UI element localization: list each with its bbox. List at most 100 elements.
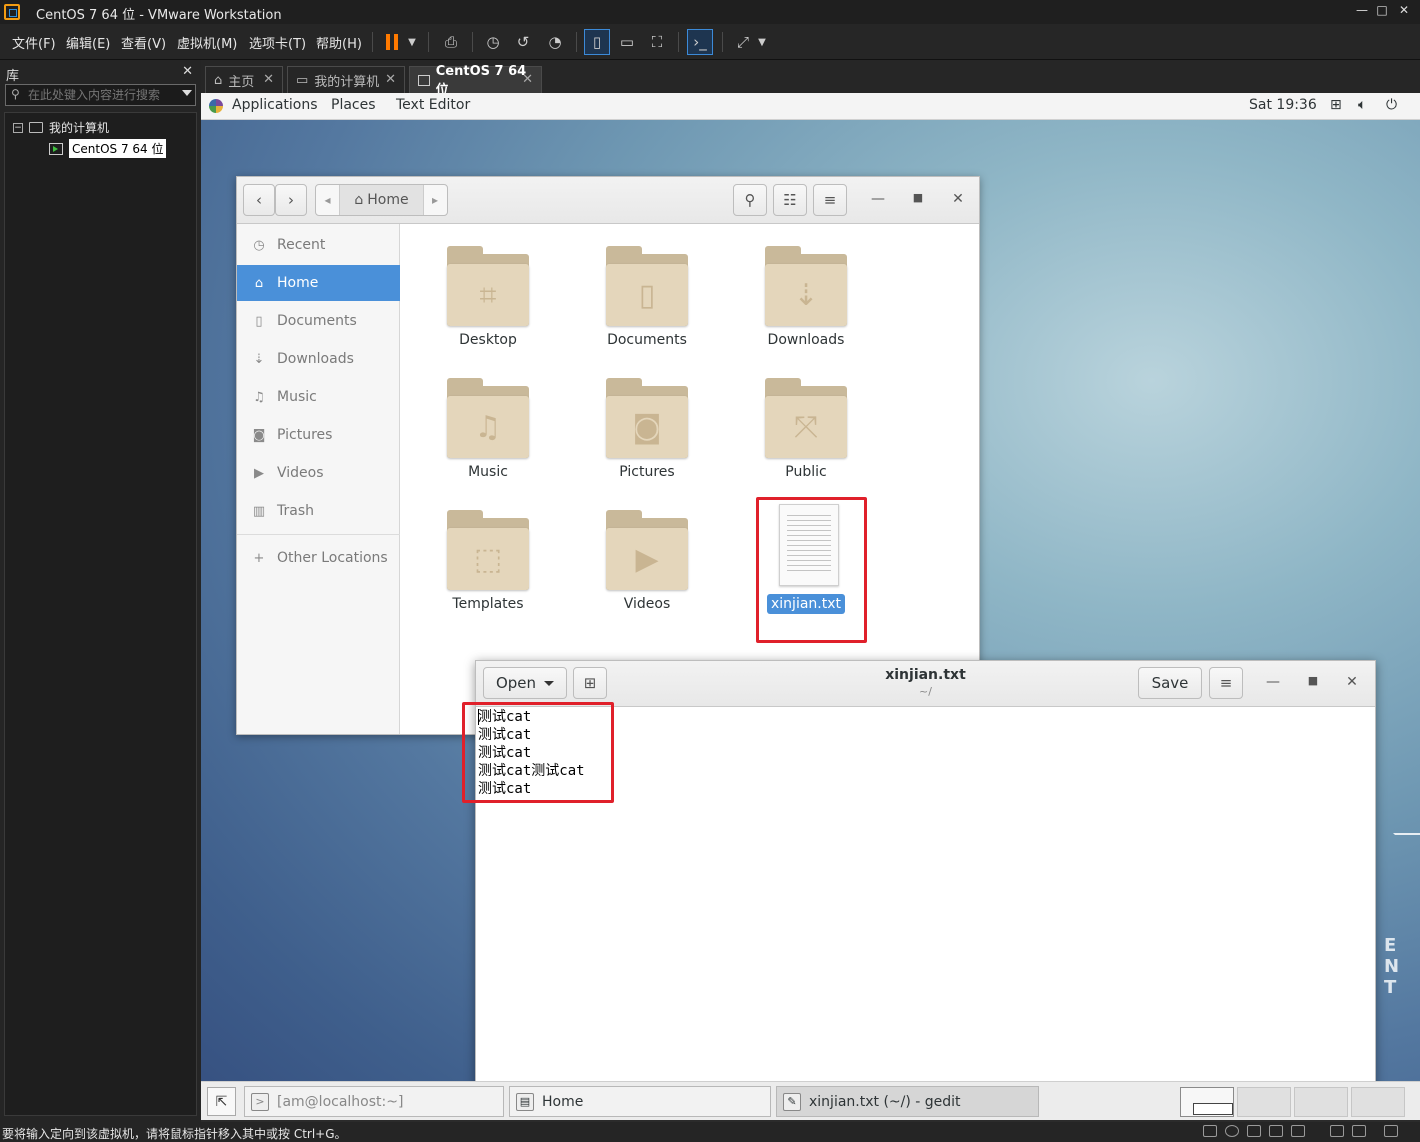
library-search[interactable]: ⚲ bbox=[5, 84, 196, 106]
sidebar-item-home[interactable]: ⌂ Home bbox=[237, 265, 400, 301]
full-screen-icon[interactable]: ⛶ bbox=[644, 29, 670, 55]
tab-close-icon[interactable]: ✕ bbox=[263, 72, 274, 87]
printer-icon[interactable] bbox=[1330, 1125, 1344, 1137]
network-adapter-icon[interactable] bbox=[1247, 1125, 1261, 1137]
file-item-videos[interactable]: ▶ Videos bbox=[587, 490, 707, 612]
menu-view[interactable]: 查看(V) bbox=[121, 33, 166, 52]
tree-item-vm[interactable]: CentOS 7 64 位 bbox=[49, 139, 167, 158]
menu-text-editor[interactable]: Text Editor bbox=[396, 97, 470, 113]
menu-button[interactable]: ≡ bbox=[1209, 667, 1243, 699]
workspace-3[interactable] bbox=[1294, 1087, 1348, 1117]
file-item-music[interactable]: ♫ Music bbox=[428, 358, 548, 480]
thumbnail-bar-icon[interactable]: ▭ bbox=[614, 29, 640, 55]
sidebar-item-music[interactable]: ♫ Music bbox=[237, 379, 400, 415]
maximize-icon[interactable]: ■ bbox=[1303, 674, 1323, 694]
back-button[interactable]: ‹ bbox=[243, 184, 275, 216]
task-label: [am@localhost:~] bbox=[277, 1093, 404, 1110]
path-right-arrow-icon[interactable]: ▸ bbox=[423, 185, 447, 215]
sound-icon[interactable] bbox=[1291, 1125, 1305, 1137]
menu-vm[interactable]: 虚拟机(M) bbox=[177, 33, 237, 52]
display-icon[interactable] bbox=[1352, 1125, 1366, 1137]
task-files[interactable]: ▤ Home bbox=[509, 1086, 771, 1117]
stretch-dropdown-icon[interactable]: ▼ bbox=[754, 29, 770, 55]
tab-centos[interactable]: CentOS 7 64 位 ✕ bbox=[409, 64, 542, 98]
task-gedit[interactable]: ✎ xinjian.txt (~/) - gedit bbox=[776, 1086, 1039, 1117]
maximize-icon[interactable]: ■ bbox=[908, 191, 928, 211]
show-library-icon[interactable]: ▯ bbox=[584, 29, 610, 55]
library-close-icon[interactable]: ✕ bbox=[182, 64, 193, 79]
tab-home[interactable]: ⌂ 主页 ✕ bbox=[205, 66, 283, 94]
file-item-templates[interactable]: ⬚ Templates bbox=[428, 490, 548, 612]
workspace-4[interactable] bbox=[1351, 1087, 1405, 1117]
highlight-box bbox=[462, 702, 614, 803]
power-icon[interactable]: ⏻ bbox=[1386, 97, 1397, 113]
menu-help[interactable]: 帮助(H) bbox=[316, 33, 362, 52]
close-icon[interactable]: ✕ bbox=[1394, 3, 1414, 17]
library-search-input[interactable] bbox=[28, 87, 178, 103]
gnome-top-bar: Applications Places Text Editor Sat 19:3… bbox=[201, 93, 1420, 120]
menu-applications[interactable]: Applications bbox=[232, 97, 318, 113]
sidebar-label: Pictures bbox=[277, 427, 333, 443]
show-desktop-button[interactable]: ⇱ bbox=[207, 1087, 236, 1116]
path-home-button[interactable]: ⌂ Home bbox=[340, 185, 424, 215]
workspace-2[interactable] bbox=[1237, 1087, 1291, 1117]
tab-my-computer[interactable]: ▭ 我的计算机 ✕ bbox=[287, 66, 405, 94]
pause-dropdown-icon[interactable]: ▼ bbox=[404, 29, 420, 55]
menu-file[interactable]: 文件(F) bbox=[12, 33, 56, 52]
path-left-arrow-icon[interactable]: ◂ bbox=[316, 185, 340, 215]
snapshot-take-icon[interactable]: ◷ bbox=[480, 29, 506, 55]
sidebar-item-pictures[interactable]: ◙ Pictures bbox=[237, 417, 400, 453]
cd-drive-icon[interactable] bbox=[1225, 1125, 1239, 1137]
tab-close-icon[interactable]: ✕ bbox=[522, 72, 533, 87]
stretch-guest-icon[interactable]: ⤢ bbox=[730, 29, 756, 55]
vmware-status-bar: 要将输入定向到该虚拟机，请将鼠标指针移入其中或按 Ctrl+G。 bbox=[0, 1122, 1420, 1142]
sidebar-item-other-locations[interactable]: + Other Locations bbox=[237, 540, 400, 576]
usb-icon[interactable] bbox=[1269, 1125, 1283, 1137]
volume-icon[interactable]: 🔈︎ bbox=[1358, 97, 1366, 113]
minimize-icon[interactable]: — bbox=[1352, 3, 1372, 17]
menu-edit[interactable]: 编辑(E) bbox=[66, 33, 110, 52]
file-item-pictures[interactable]: ◙ Pictures bbox=[587, 358, 707, 480]
forward-button[interactable]: › bbox=[275, 184, 307, 216]
task-terminal[interactable]: > [am@localhost:~] bbox=[244, 1086, 504, 1117]
file-item-desktop[interactable]: ⌗ Desktop bbox=[428, 226, 548, 348]
collapse-icon[interactable]: − bbox=[13, 122, 23, 133]
close-icon[interactable]: ✕ bbox=[1342, 674, 1362, 694]
guest-screen[interactable]: Applications Places Text Editor Sat 19:3… bbox=[201, 93, 1420, 1120]
search-dropdown-icon[interactable] bbox=[182, 90, 192, 96]
minimize-icon[interactable]: — bbox=[1263, 674, 1283, 694]
snapshot-manager-icon[interactable]: ◔ bbox=[542, 29, 568, 55]
maximize-icon[interactable]: □ bbox=[1372, 3, 1392, 17]
sidebar-item-documents[interactable]: ▯ Documents bbox=[237, 303, 400, 339]
sidebar-item-trash[interactable]: ▥ Trash bbox=[237, 493, 400, 529]
message-icon[interactable] bbox=[1384, 1125, 1398, 1137]
menu-tabs[interactable]: 选项卡(T) bbox=[249, 33, 306, 52]
pause-button[interactable] bbox=[379, 29, 405, 55]
sidebar-label: Trash bbox=[277, 503, 314, 519]
send-ctrl-alt-del-icon[interactable]: ⎙ bbox=[438, 29, 464, 55]
view-toggle-button[interactable]: ☷ bbox=[773, 184, 807, 216]
close-icon[interactable]: ✕ bbox=[948, 191, 968, 211]
file-item-public[interactable]: ⤧ Public bbox=[746, 358, 866, 480]
menu-button[interactable]: ≡ bbox=[813, 184, 847, 216]
clock[interactable]: Sat 19:36 bbox=[1249, 97, 1317, 113]
sidebar-item-videos[interactable]: ▶ Videos bbox=[237, 455, 400, 491]
file-item-downloads[interactable]: ⇣ Downloads bbox=[746, 226, 866, 348]
sidebar-item-recent[interactable]: ◷ Recent bbox=[237, 227, 400, 263]
console-view-icon[interactable]: ›_ bbox=[687, 29, 713, 55]
workspace-1[interactable] bbox=[1180, 1087, 1234, 1117]
files-headerbar: ‹ › ◂ ⌂ Home ▸ ⚲ ☷ ≡ — ■ ✕ bbox=[237, 177, 979, 224]
snapshot-revert-icon[interactable]: ↺ bbox=[510, 29, 536, 55]
sidebar-item-downloads[interactable]: ⇣ Downloads bbox=[237, 341, 400, 377]
text-editor-icon: ✎ bbox=[783, 1092, 801, 1111]
tree-item-my-computer[interactable]: − 我的计算机 bbox=[13, 119, 109, 136]
vmware-logo-icon bbox=[4, 4, 20, 20]
tab-close-icon[interactable]: ✕ bbox=[385, 72, 396, 87]
search-button[interactable]: ⚲ bbox=[733, 184, 767, 216]
network-icon[interactable]: ⊞ bbox=[1330, 97, 1342, 113]
minimize-icon[interactable]: — bbox=[868, 191, 888, 211]
file-item-documents[interactable]: ▯ Documents bbox=[587, 226, 707, 348]
menu-places[interactable]: Places bbox=[331, 97, 376, 113]
save-button[interactable]: Save bbox=[1138, 667, 1202, 699]
hard-disk-icon[interactable] bbox=[1203, 1125, 1217, 1137]
